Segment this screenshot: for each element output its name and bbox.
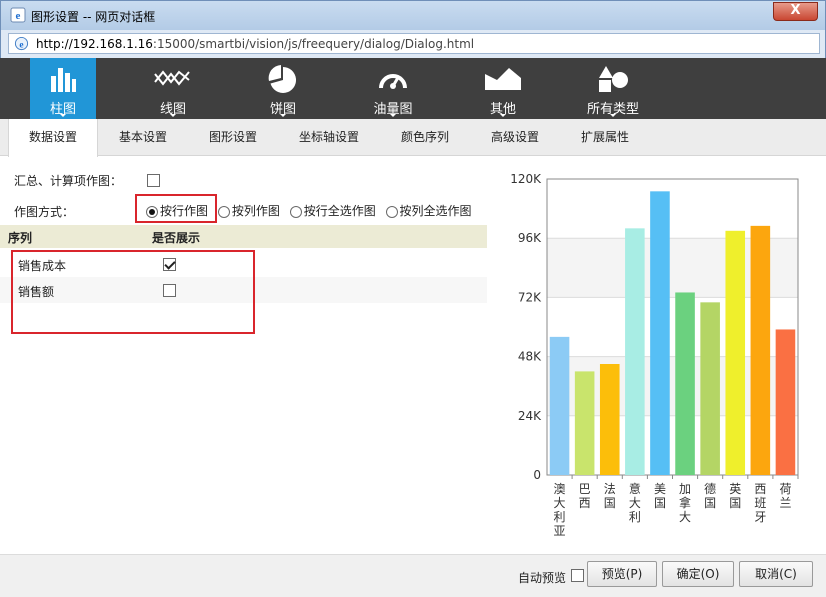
tab-basic-settings[interactable]: 基本设置 [98,119,188,156]
chart-type-all[interactable]: 所有类型 [580,58,646,119]
autopreview-checkbox[interactable] [571,569,584,582]
url-text: http://192.168.1.16:15000/smartbi/vision… [36,37,474,51]
mode-option-by-row-all[interactable]: 按行全选作图 [289,204,376,218]
radio-by-column[interactable] [217,205,230,218]
chart-type-other[interactable]: 其他 [470,58,536,119]
radio-by-row-all[interactable] [289,205,302,218]
summary-row: 汇总、计算项作图： [14,172,122,189]
bar-chart: 0 24K 48K 72K 96K 120K 澳大利亚 巴西法国 意大利 美国 加拿大 德国英国 西班牙… [510,172,799,538]
highlight-box-series [11,250,255,334]
highlight-box-mode [135,194,217,223]
svg-text:e: e [19,40,23,50]
y-tick-label: 48K [518,350,542,364]
window-title-bar: e 图形设置 -- 网页对话框 X [0,0,826,30]
autopreview-label: 自动预览 [518,571,567,585]
tab-axis-settings[interactable]: 坐标轴设置 [283,119,375,156]
x-tick-label: 西班牙 [754,482,766,524]
y-tick-label: 72K [518,290,542,304]
gauge-icon [379,74,407,89]
bar[interactable] [725,230,746,475]
bar[interactable] [750,225,771,475]
y-tick-label: 24K [518,409,542,423]
window-title: 图形设置 -- 网页对话框 [31,10,156,24]
bar[interactable] [675,292,695,475]
line-chart-icon [154,70,190,86]
settings-tabs: 数据设置 基本设置 图形设置 坐标轴设置 颜色序列 高级设置 扩展属性 [0,119,826,157]
summary-label: 汇总、计算项作图： [14,174,123,188]
x-tick-label: 美国 [654,482,666,510]
mode-option-by-column-all[interactable]: 按列全选作图 [385,204,472,218]
cancel-button[interactable]: 取消(C) [739,561,813,587]
chevron-down-icon [610,114,616,117]
x-tick-label: 意大利 [629,481,641,524]
bar[interactable] [599,364,620,475]
chart-type-gauge[interactable]: 油量图 [360,58,426,119]
dialog-button-bar: 自动预览 预览(P) 确定(O) 取消(C) [0,554,826,597]
svg-text:e: e [16,10,21,22]
x-tick-label: 德国 [704,481,716,510]
tab-extended-properties[interactable]: 扩展属性 [560,119,650,156]
bar[interactable] [549,336,570,475]
tab-data-settings[interactable]: 数据设置 [8,119,98,157]
y-tick-label: 96K [518,231,542,245]
tab-color-series[interactable]: 颜色序列 [380,119,470,156]
chart-preview: 0 24K 48K 72K 96K 120K 澳大利亚 巴西 法国 意大利 美国 加拿大 德国 英国 西班牙… [495,164,815,544]
pie-chart-icon [268,65,297,93]
url-host: http://192.168.1.16 [36,37,153,51]
chart-type-pie-chart[interactable]: 饼图 [250,58,316,119]
bar[interactable] [700,302,720,475]
bar-chart-icon [51,68,76,92]
mode-row: 作图方式： [14,203,74,220]
x-tick-label: 加拿大 [679,482,691,524]
chart-type-bar: 柱图 线图 饼图 油量图 其他 所有类型 [0,58,826,119]
close-button[interactable]: X [773,2,818,21]
chevron-down-icon [390,114,396,117]
bar[interactable] [625,228,645,475]
chevron-down-icon [280,114,286,117]
page-icon: e [14,36,29,50]
url-path: :15000/smartbi/vision/js/freequery/dialo… [152,37,475,51]
chevron-down-icon [60,114,66,117]
x-tick-label: 巴西 [579,482,591,510]
y-tick-label: 120K [510,172,542,186]
radio-by-column-all[interactable] [385,205,398,218]
address-bar: e http://192.168.1.16:15000/smartbi/visi… [0,30,826,58]
series-table-header: 序列 是否展示 [0,225,487,248]
ok-button[interactable]: 确定(O) [662,561,734,587]
y-tick-label: 0 [533,468,541,482]
chart-type-line-chart[interactable]: 线图 [140,58,206,119]
x-tick-label: 英国 [729,482,741,510]
chart-type-bar-chart[interactable]: 柱图 [30,58,96,119]
tab-advanced-settings[interactable]: 高级设置 [470,119,560,156]
tab-graphic-settings[interactable]: 图形设置 [188,119,278,156]
bar[interactable] [574,371,595,475]
area-chart-icon [485,68,521,90]
chevron-down-icon [500,114,506,117]
bar[interactable] [775,329,796,475]
ie-icon: e [10,7,26,23]
x-tick-label: 澳大利亚 [554,482,566,538]
bar[interactable] [650,191,670,476]
url-field[interactable]: e http://192.168.1.16:15000/smartbi/visi… [8,33,820,54]
header-shown: 是否展示 [152,231,201,245]
preview-button[interactable]: 预览(P) [587,561,657,587]
all-types-icon [599,66,628,92]
mode-option-by-column[interactable]: 按列作图 [217,204,280,218]
mode-label: 作图方式： [14,205,75,219]
x-tick-label: 荷兰 [779,482,791,510]
summary-checkbox[interactable] [147,174,160,187]
header-series: 序列 [8,231,33,245]
x-tick-label: 法国 [604,482,616,510]
chevron-down-icon [170,114,176,117]
